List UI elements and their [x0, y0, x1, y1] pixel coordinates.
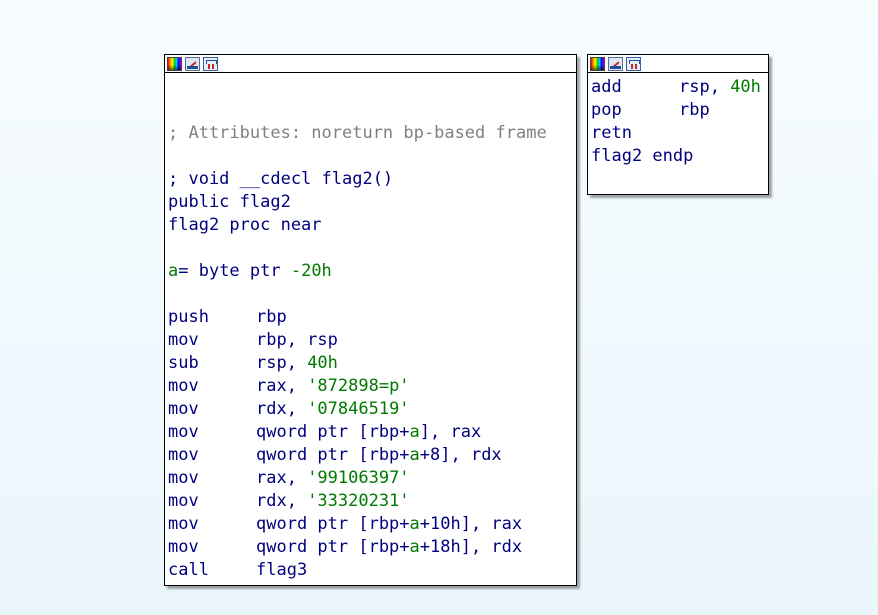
attributes-comment: ; Attributes: noreturn bp-based frame	[168, 123, 547, 143]
string-operand: '07846519'	[307, 399, 410, 419]
operand: rax,	[256, 468, 308, 488]
operand: rsp,	[256, 353, 308, 373]
mnemonic: pop	[591, 100, 622, 120]
local-var-type: = byte ptr	[178, 261, 291, 281]
node-header	[588, 55, 768, 73]
operand: qword ptr [rbp+	[256, 445, 410, 465]
mnemonic: call	[168, 560, 209, 580]
mnemonic: mov	[168, 445, 199, 465]
node-listing: add rsp, 40h pop rbp retn flag2 endp	[588, 73, 768, 168]
local-var-ref: a	[409, 537, 420, 557]
rename-icon[interactable]	[608, 56, 623, 71]
operand: qword ptr [rbp+	[256, 422, 410, 442]
string-operand: '33320231'	[307, 491, 410, 511]
mnemonic: sub	[168, 353, 199, 373]
local-var-ref: a	[409, 422, 420, 442]
mnemonic: mov	[168, 376, 199, 396]
code-block-flag2-entry[interactable]: ; Attributes: noreturn bp-based frame ; …	[164, 54, 577, 586]
operand: ], rax	[419, 422, 482, 442]
local-var-name[interactable]: a	[168, 261, 178, 281]
operand: +8], rdx	[419, 445, 502, 465]
mnemonic: mov	[168, 330, 199, 350]
node-listing: ; Attributes: noreturn bp-based frame ; …	[165, 73, 576, 582]
instruction-line[interactable]: mov qword ptr [rbp+a+10h], rax	[168, 513, 576, 536]
operand: rsp,	[679, 77, 731, 97]
operand: rbp, rsp	[256, 330, 338, 350]
node-header	[165, 55, 576, 73]
instruction-line[interactable]: push rbp	[168, 306, 576, 329]
immediate-operand: 40h	[307, 353, 338, 373]
code-block-flag2-tail[interactable]: add rsp, 40h pop rbp retn flag2 endp	[587, 54, 769, 195]
instruction-line[interactable]: mov rax, '99106397'	[168, 467, 576, 490]
mnemonic: mov	[168, 422, 199, 442]
operand: qword ptr [rbp+	[256, 537, 410, 557]
instruction-line[interactable]: mov rdx, '07846519'	[168, 398, 576, 421]
instruction-line[interactable]: mov rdx, '33320231'	[168, 490, 576, 513]
operand: rbp	[679, 100, 710, 120]
instruction-line[interactable]: mov qword ptr [rbp+a+18h], rdx	[168, 536, 576, 559]
group-nodes-icon[interactable]	[626, 56, 641, 71]
operand: qword ptr [rbp+	[256, 514, 410, 534]
rename-icon[interactable]	[185, 56, 200, 71]
mnemonic: add	[591, 77, 622, 97]
immediate-operand: 40h	[730, 77, 761, 97]
instruction-line[interactable]: retn	[591, 122, 768, 145]
mnemonic: retn	[591, 123, 632, 143]
mnemonic: mov	[168, 514, 199, 534]
operand: flag3	[256, 560, 308, 580]
public-declaration: public flag2	[168, 192, 291, 212]
operand: rdx,	[256, 399, 308, 419]
instruction-list: push rbp mov rbp, rsp sub rsp, 40h mov rax, '87…	[168, 306, 576, 582]
mnemonic: mov	[168, 537, 199, 557]
prototype-comment: ; void __cdecl flag2()	[168, 169, 394, 189]
instruction-line[interactable]: mov qword ptr [rbp+a+8], rdx	[168, 444, 576, 467]
group-nodes-icon[interactable]	[203, 56, 218, 71]
operand: +18h], rdx	[419, 537, 523, 557]
instruction-line[interactable]: sub rsp, 40h	[168, 352, 576, 375]
instruction-line[interactable]: mov rbp, rsp	[168, 329, 576, 352]
local-var-ref: a	[409, 445, 420, 465]
instruction-line[interactable]: call flag3	[168, 559, 576, 582]
instruction-line[interactable]: add rsp, 40h	[591, 76, 768, 99]
operand: rbp	[256, 307, 287, 327]
operand: +10h], rax	[419, 514, 523, 534]
mnemonic: push	[168, 307, 209, 327]
string-operand: '99106397'	[307, 468, 410, 488]
local-var-offset: -20h	[290, 261, 332, 281]
color-icon[interactable]	[167, 56, 182, 71]
local-var-ref: a	[409, 514, 420, 534]
color-icon[interactable]	[590, 56, 605, 71]
operand: rdx,	[256, 491, 308, 511]
local-var-line: a= byte ptr -20h	[168, 260, 576, 283]
proc-declaration: flag2 proc near	[168, 215, 322, 235]
instruction-line[interactable]: pop rbp	[591, 99, 768, 122]
mnemonic: mov	[168, 399, 199, 419]
instruction-list: add rsp, 40h pop rbp retn	[591, 76, 768, 145]
mnemonic: mov	[168, 468, 199, 488]
instruction-line[interactable]: mov rax, '872898=p'	[168, 375, 576, 398]
mnemonic: mov	[168, 491, 199, 511]
string-operand: '872898=p'	[307, 376, 410, 396]
operand: rax,	[256, 376, 308, 396]
endp-declaration: flag2 endp	[591, 146, 694, 166]
instruction-line[interactable]: mov qword ptr [rbp+a], rax	[168, 421, 576, 444]
